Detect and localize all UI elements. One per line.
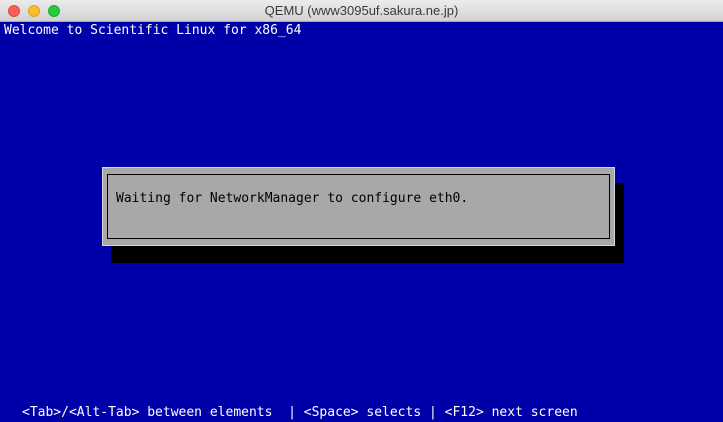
title-bar[interactable]: QEMU (www3095uf.sakura.ne.jp): [0, 0, 723, 22]
welcome-banner: Welcome to Scientific Linux for x86_64: [4, 23, 302, 38]
window-title: QEMU (www3095uf.sakura.ne.jp): [264, 3, 459, 18]
keyboard-help-line: <Tab>/<Alt-Tab> between elements | <Spac…: [22, 405, 578, 420]
qemu-window: QEMU (www3095uf.sakura.ne.jp) Welcome to…: [0, 0, 723, 422]
vm-console-screen[interactable]: Welcome to Scientific Linux for x86_64 W…: [0, 22, 723, 422]
status-dialog: Waiting for NetworkManager to configure …: [102, 167, 615, 246]
dialog-message: Waiting for NetworkManager to configure …: [116, 191, 469, 206]
